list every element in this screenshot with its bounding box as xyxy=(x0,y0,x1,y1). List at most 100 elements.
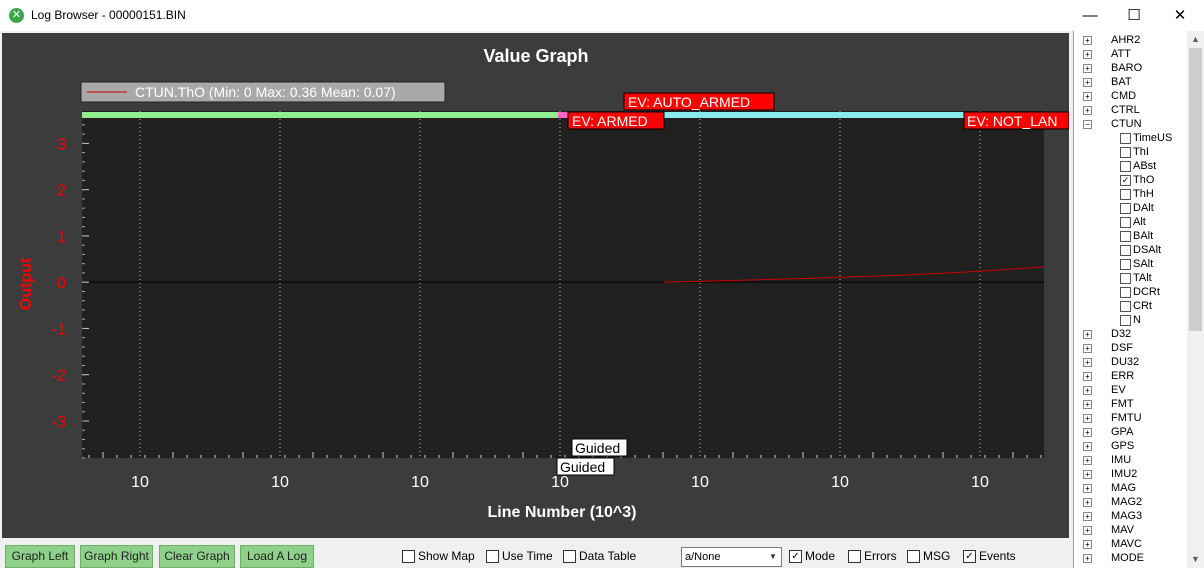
mode-box[interactable]: ✓ xyxy=(789,550,802,563)
msg-box[interactable] xyxy=(907,550,920,563)
graph-right-button[interactable]: Graph Right xyxy=(80,545,153,568)
data-table-box[interactable] xyxy=(563,550,576,563)
tree-field-crt[interactable]: CRt xyxy=(1074,299,1186,313)
scroll-up-arrow-icon[interactable]: ▲ xyxy=(1187,31,1204,48)
tree-group-att[interactable]: + ATT xyxy=(1074,47,1186,61)
maximize-button[interactable]: ☐ xyxy=(1111,0,1157,31)
tree-group-ctun[interactable]: − CTUN xyxy=(1074,117,1186,131)
errors-box[interactable] xyxy=(848,550,861,563)
field-checkbox[interactable] xyxy=(1120,203,1131,214)
value-graph-chart[interactable]: 10 10 10 10 10 10 103210-1-2-3 Value Graph CTU… xyxy=(2,33,1070,538)
tree-group-mag2[interactable]: + MAG2 xyxy=(1074,495,1186,509)
tree-field-dalt[interactable]: DAlt xyxy=(1074,201,1186,215)
tree-group-gps[interactable]: + GPS xyxy=(1074,439,1186,453)
show-map-box[interactable] xyxy=(402,550,415,563)
scroll-thumb[interactable] xyxy=(1189,48,1202,331)
tree-field-balt[interactable]: BAlt xyxy=(1074,229,1186,243)
graph-panel[interactable]: 10 10 10 10 10 10 10 3 2 1 0 -1 -2 -3 Value Graph CTU… xyxy=(2,33,1070,538)
expand-icon[interactable]: + xyxy=(1083,554,1092,563)
tree-group-dsf[interactable]: + DSF xyxy=(1074,341,1186,355)
minimize-button[interactable]: — xyxy=(1067,0,1113,31)
show-map-checkbox[interactable]: Show Map xyxy=(402,549,480,563)
tree-scrollbar[interactable]: ▲ ▼ xyxy=(1187,31,1204,568)
tree-group-fmtu[interactable]: + FMTU xyxy=(1074,411,1186,425)
scroll-down-arrow-icon[interactable]: ▼ xyxy=(1187,551,1204,568)
clear-graph-button[interactable]: Clear Graph xyxy=(159,545,235,568)
tree-group-mavc[interactable]: + MAVC xyxy=(1074,537,1186,551)
tree-group-baro[interactable]: + BARO xyxy=(1074,61,1186,75)
tree-group-ctrl[interactable]: + CTRL xyxy=(1074,103,1186,117)
tree-group-err[interactable]: + ERR xyxy=(1074,369,1186,383)
expand-icon[interactable]: + xyxy=(1083,498,1092,507)
field-checkbox[interactable] xyxy=(1120,189,1131,200)
tree-group-gpa[interactable]: + GPA xyxy=(1074,425,1186,439)
field-checkbox[interactable] xyxy=(1120,315,1131,326)
tree-group-imu[interactable]: + IMU xyxy=(1074,453,1186,467)
expand-icon[interactable]: + xyxy=(1083,36,1092,45)
tree-group-du32[interactable]: + DU32 xyxy=(1074,355,1186,369)
expand-icon[interactable]: + xyxy=(1083,344,1092,353)
expand-icon[interactable]: + xyxy=(1083,106,1092,115)
expand-icon[interactable]: + xyxy=(1083,428,1092,437)
use-time-checkbox[interactable]: Use Time xyxy=(486,549,556,563)
expand-icon[interactable]: + xyxy=(1083,92,1092,101)
chevron-down-icon[interactable]: ▼ xyxy=(765,548,781,566)
expand-icon[interactable]: + xyxy=(1083,64,1092,73)
tree-group-d32[interactable]: + D32 xyxy=(1074,327,1186,341)
field-checkbox[interactable] xyxy=(1120,217,1131,228)
field-checkbox[interactable] xyxy=(1120,133,1131,144)
tree-group-cmd[interactable]: + CMD xyxy=(1074,89,1186,103)
close-button[interactable]: ✕ xyxy=(1157,0,1203,31)
tree-field-abst[interactable]: ABst xyxy=(1074,159,1186,173)
expand-icon[interactable]: + xyxy=(1083,442,1092,451)
tree-group-ahr2[interactable]: + AHR2 xyxy=(1074,33,1186,47)
tree-group-mode[interactable]: + MODE xyxy=(1074,551,1186,565)
events-checkbox[interactable]: ✓ Events xyxy=(963,549,1019,563)
tree-field-dcrt[interactable]: DCRt xyxy=(1074,285,1186,299)
field-checkbox[interactable]: ✓ xyxy=(1120,175,1131,186)
field-checkbox[interactable] xyxy=(1120,161,1131,172)
message-type-select[interactable]: a/None ▼ xyxy=(681,547,782,567)
field-checkbox[interactable] xyxy=(1120,273,1131,284)
expand-icon[interactable]: + xyxy=(1083,78,1092,87)
tree-group-fmt[interactable]: + FMT xyxy=(1074,397,1186,411)
tree-group-imu2[interactable]: + IMU2 xyxy=(1074,467,1186,481)
expand-icon[interactable]: + xyxy=(1083,50,1092,59)
expand-icon[interactable]: + xyxy=(1083,526,1092,535)
collapse-icon[interactable]: − xyxy=(1083,120,1092,129)
tree-group-ev[interactable]: + EV xyxy=(1074,383,1186,397)
expand-icon[interactable]: + xyxy=(1083,386,1092,395)
tree-field-dsalt[interactable]: DSAlt xyxy=(1074,243,1186,257)
field-checkbox[interactable] xyxy=(1120,287,1131,298)
field-checkbox[interactable] xyxy=(1120,147,1131,158)
use-time-box[interactable] xyxy=(486,550,499,563)
tree-field-thi[interactable]: ThI xyxy=(1074,145,1186,159)
errors-checkbox[interactable]: Errors xyxy=(848,549,900,563)
expand-icon[interactable]: + xyxy=(1083,540,1092,549)
load-log-button[interactable]: Load A Log xyxy=(240,545,314,568)
tree-group-mav[interactable]: + MAV xyxy=(1074,523,1186,537)
expand-icon[interactable]: + xyxy=(1083,456,1092,465)
tree-field-salt[interactable]: SAlt xyxy=(1074,257,1186,271)
tree-field-n[interactable]: N xyxy=(1074,313,1186,327)
tree-field-alt[interactable]: Alt xyxy=(1074,215,1186,229)
tree-field-timeus[interactable]: TimeUS xyxy=(1074,131,1186,145)
graph-left-button[interactable]: Graph Left xyxy=(5,545,75,568)
expand-icon[interactable]: + xyxy=(1083,414,1092,423)
expand-icon[interactable]: + xyxy=(1083,470,1092,479)
events-box[interactable]: ✓ xyxy=(963,550,976,563)
tree-group-mag3[interactable]: + MAG3 xyxy=(1074,509,1186,523)
field-tree-panel[interactable]: + AHR2 + ATT + BARO + BAT + CMD + CTRL − CTUN TimeUS Th… xyxy=(1073,31,1204,568)
expand-icon[interactable]: + xyxy=(1083,330,1092,339)
field-checkbox[interactable] xyxy=(1120,245,1131,256)
expand-icon[interactable]: + xyxy=(1083,372,1092,381)
msg-checkbox[interactable]: MSG xyxy=(907,549,951,563)
mode-checkbox[interactable]: ✓ Mode xyxy=(789,549,839,563)
expand-icon[interactable]: + xyxy=(1083,484,1092,493)
expand-icon[interactable]: + xyxy=(1083,400,1092,409)
data-table-checkbox[interactable]: Data Table xyxy=(563,549,643,563)
expand-icon[interactable]: + xyxy=(1083,512,1092,521)
tree-field-tho[interactable]: ✓ ThO xyxy=(1074,173,1186,187)
tree-field-talt[interactable]: TAlt xyxy=(1074,271,1186,285)
tree-group-bat[interactable]: + BAT xyxy=(1074,75,1186,89)
